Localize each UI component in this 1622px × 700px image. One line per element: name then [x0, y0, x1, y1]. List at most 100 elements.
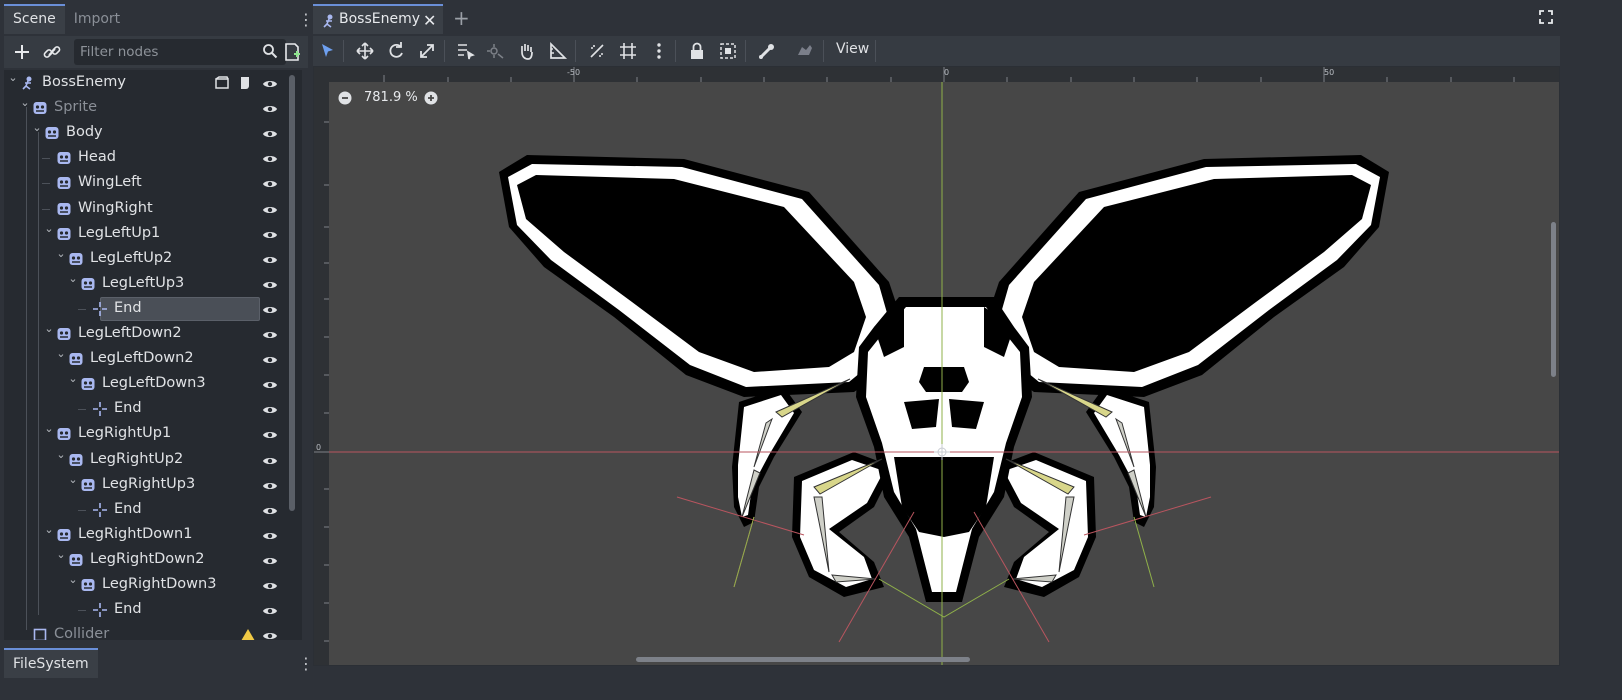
tree-item-bossenemy[interactable]: ⌄ BossEnemy	[4, 71, 294, 96]
lock-icon[interactable]	[685, 39, 709, 63]
visibility-eye-icon[interactable]	[262, 503, 278, 517]
scene-tree-scrollbar[interactable]	[289, 75, 295, 511]
chevron-down-icon[interactable]: ⌄	[19, 96, 31, 110]
more-icon[interactable]	[647, 39, 671, 63]
plus-icon[interactable]	[9, 40, 35, 64]
visibility-eye-icon[interactable]	[262, 76, 278, 90]
tree-item-legleftdown2[interactable]: ⌄ LegLeftDown2	[4, 347, 294, 372]
zoom-in-icon[interactable]	[424, 91, 438, 105]
horizontal-scrollbar[interactable]	[636, 657, 970, 662]
tree-item-legrightdown3[interactable]: ⌄ LegRightDown3	[4, 573, 294, 598]
skeleton-icon[interactable]	[755, 39, 779, 63]
chevron-down-icon[interactable]: ⌄	[31, 121, 43, 135]
visibility-eye-icon[interactable]	[262, 453, 278, 467]
visibility-eye-icon[interactable]	[262, 578, 278, 592]
tab-import[interactable]: Import	[65, 4, 129, 34]
tree-item-sprite[interactable]: ⌄ Sprite	[4, 96, 294, 121]
open-scene-icon[interactable]	[214, 75, 230, 91]
tree-item-legrightup1[interactable]: ⌄ LegRightUp1	[4, 422, 294, 447]
warning-icon[interactable]	[240, 627, 256, 640]
visibility-eye-icon[interactable]	[262, 478, 278, 492]
visibility-eye-icon[interactable]	[262, 528, 278, 542]
visibility-eye-icon[interactable]	[262, 427, 278, 441]
add-script-icon[interactable]	[279, 40, 305, 64]
visibility-eye-icon[interactable]	[262, 277, 278, 291]
visibility-eye-icon[interactable]	[262, 377, 278, 391]
tree-item-legrightdown2[interactable]: ⌄ LegRightDown2	[4, 548, 294, 573]
chevron-down-icon[interactable]: ⌄	[43, 523, 55, 537]
grid-snap-icon[interactable]	[616, 39, 640, 63]
ruler-icon[interactable]	[546, 39, 570, 63]
visibility-eye-icon[interactable]	[262, 327, 278, 341]
visibility-eye-icon[interactable]	[262, 252, 278, 266]
fullscreen-icon[interactable]	[1538, 9, 1554, 25]
tab-boss-enemy[interactable]: BossEnemy ✕	[313, 4, 443, 34]
chevron-down-icon[interactable]: ⌄	[55, 347, 67, 361]
tree-item-collider[interactable]: Collider	[4, 623, 294, 640]
visibility-eye-icon[interactable]	[262, 151, 278, 165]
visibility-eye-icon[interactable]	[262, 628, 278, 640]
dock-menu-icon[interactable]: ⋮	[298, 10, 314, 30]
view-menu[interactable]: View	[836, 41, 869, 57]
link-icon[interactable]	[39, 40, 65, 64]
chevron-down-icon[interactable]: ⌄	[43, 322, 55, 336]
filter-nodes-input[interactable]	[80, 42, 250, 62]
new-scene-tab-icon[interactable]: +	[453, 6, 470, 30]
tree-item-legleftup2[interactable]: ⌄ LegLeftUp2	[4, 247, 294, 272]
zoom-out-icon[interactable]	[338, 91, 352, 105]
visibility-eye-icon[interactable]	[262, 402, 278, 416]
visibility-eye-icon[interactable]	[262, 202, 278, 216]
chevron-down-icon[interactable]: ⌄	[7, 71, 19, 85]
chevron-down-icon[interactable]: ⌄	[55, 448, 67, 462]
tree-item-legrightup3[interactable]: ⌄ LegRightUp3	[4, 473, 294, 498]
tree-item-body[interactable]: ⌄ Body	[4, 121, 294, 146]
tree-item-end[interactable]: End	[4, 397, 294, 422]
select-icon[interactable]	[315, 39, 339, 63]
canvas-viewport[interactable]: -50 0 50 0 781.9 %	[313, 66, 1560, 666]
visibility-eye-icon[interactable]	[262, 227, 278, 241]
close-icon[interactable]: ✕	[423, 11, 436, 30]
filesystem-menu-icon[interactable]: ⋮	[298, 654, 314, 674]
tree-item-end[interactable]: End	[4, 598, 294, 623]
chevron-down-icon[interactable]: ⌄	[67, 473, 79, 487]
visibility-eye-icon[interactable]	[262, 553, 278, 567]
tree-item-legleftdown2[interactable]: ⌄ LegLeftDown2	[4, 322, 294, 347]
bone-tool-icon[interactable]	[793, 39, 817, 63]
chevron-down-icon[interactable]: ⌄	[55, 548, 67, 562]
chevron-down-icon[interactable]: ⌄	[67, 272, 79, 286]
filter-nodes-field[interactable]	[74, 39, 286, 65]
tree-item-legrightdown1[interactable]: ⌄ LegRightDown1	[4, 523, 294, 548]
tree-item-end[interactable]: End	[4, 498, 294, 523]
vertical-scrollbar[interactable]	[1551, 222, 1556, 377]
chevron-down-icon[interactable]: ⌄	[67, 573, 79, 587]
scale-icon[interactable]	[415, 39, 439, 63]
group-icon[interactable]	[716, 39, 740, 63]
move-icon[interactable]	[353, 39, 377, 63]
chevron-down-icon[interactable]: ⌄	[55, 247, 67, 261]
visibility-eye-icon[interactable]	[262, 302, 278, 316]
chevron-down-icon[interactable]: ⌄	[67, 372, 79, 386]
tab-filesystem[interactable]: FileSystem	[4, 648, 98, 678]
smart-snap-icon[interactable]	[585, 39, 609, 63]
tree-item-wingleft[interactable]: WingLeft	[4, 171, 294, 196]
pivot-icon[interactable]	[484, 39, 508, 63]
chevron-down-icon[interactable]: ⌄	[43, 222, 55, 236]
search-icon[interactable]	[262, 43, 278, 59]
tree-item-legleftup3[interactable]: ⌄ LegLeftUp3	[4, 272, 294, 297]
tree-item-legrightup2[interactable]: ⌄ LegRightUp2	[4, 448, 294, 473]
visibility-eye-icon[interactable]	[262, 101, 278, 115]
chevron-down-icon[interactable]: ⌄	[43, 422, 55, 436]
script-icon[interactable]	[237, 75, 253, 91]
rotate-icon[interactable]	[384, 39, 408, 63]
visibility-eye-icon[interactable]	[262, 603, 278, 617]
visibility-eye-icon[interactable]	[262, 126, 278, 140]
pan-icon[interactable]	[515, 39, 539, 63]
tree-item-wingright[interactable]: WingRight	[4, 197, 294, 222]
tree-item-end[interactable]: End	[4, 296, 294, 322]
tree-item-head[interactable]: Head	[4, 146, 294, 171]
zoom-level[interactable]: 781.9 %	[364, 90, 418, 105]
tree-item-legleftup1[interactable]: ⌄ LegLeftUp1	[4, 222, 294, 247]
visibility-eye-icon[interactable]	[262, 176, 278, 190]
list-select-icon[interactable]	[453, 39, 477, 63]
tree-item-legleftdown3[interactable]: ⌄ LegLeftDown3	[4, 372, 294, 397]
